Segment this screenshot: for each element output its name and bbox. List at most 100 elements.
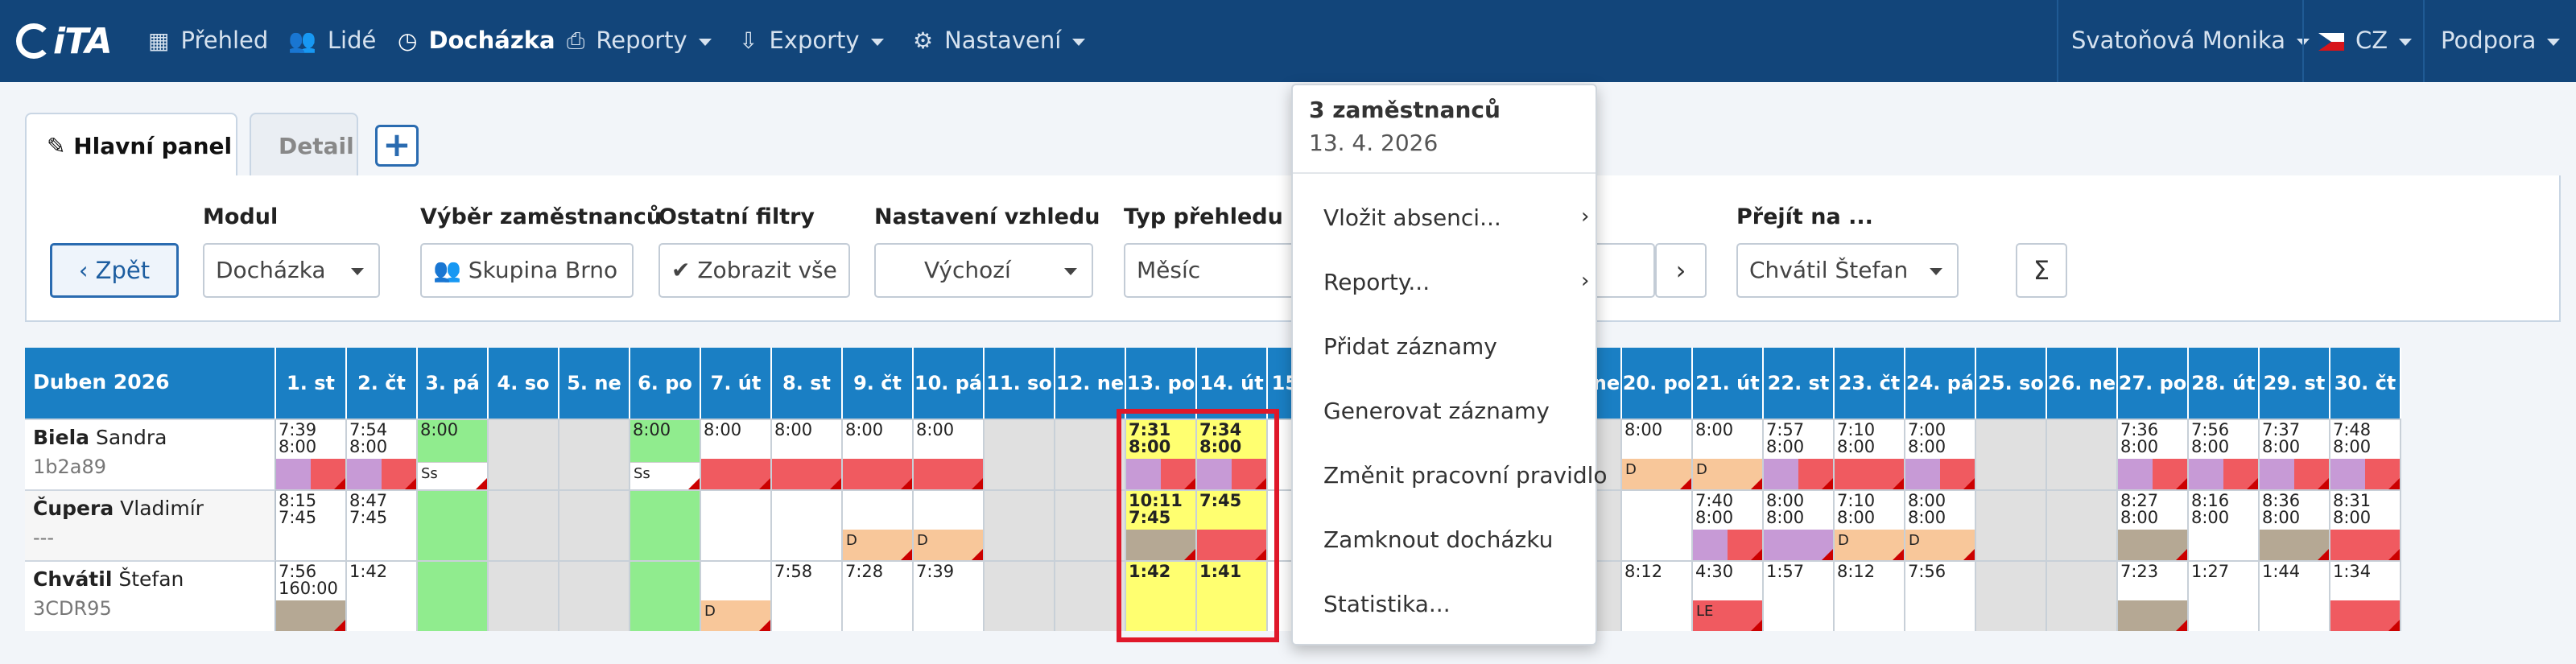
day-cell[interactable]: 8:36 8:00 [2260,489,2330,560]
day-header[interactable]: 14. út [1197,348,1268,419]
day-cell[interactable] [1976,560,2047,631]
menu-item-statistika[interactable]: Statistika... [1323,591,1451,617]
employee-row-header[interactable]: Chvátil Štefan 3CDR95 [25,560,276,631]
day-header[interactable]: 21. út [1693,348,1764,419]
day-cell[interactable] [630,489,701,560]
day-cell[interactable]: 10:11 7:45 [1126,489,1197,560]
menu-item-generovat-zaznamy[interactable]: Generovat záznamy [1323,398,1550,424]
day-header[interactable]: 1. st [276,348,347,419]
menu-item-reporty[interactable]: Reporty... › [1323,269,1589,295]
next-button[interactable]: › [1655,243,1707,298]
day-cell[interactable]: 1:44 [2260,560,2330,631]
day-cell[interactable]: D [843,489,914,560]
day-cell[interactable] [2047,489,2118,560]
day-cell[interactable]: 8:27 8:00 [2118,489,2189,560]
day-cell[interactable]: 8:15 7:45 [276,489,347,560]
day-header[interactable]: 8. st [772,348,843,419]
day-cell[interactable] [489,419,559,489]
day-header[interactable]: 11. so [985,348,1055,419]
day-header[interactable]: 5. ne [559,348,630,419]
day-cell[interactable]: 8:00 8:00 [1764,489,1835,560]
nav-exporty[interactable]: ⇩ Exporty [739,0,884,82]
day-cell[interactable]: 7:54 8:00 [347,419,418,489]
day-cell[interactable]: 1:27 [2189,560,2260,631]
day-cell[interactable]: 7:00 8:00 [1905,419,1976,489]
day-cell[interactable]: 8:00 [843,419,914,489]
day-cell[interactable] [418,560,489,631]
tab-hlavni-panel[interactable]: ✎ Hlavní panel [25,113,237,177]
day-cell[interactable]: 7:58 [772,560,843,631]
day-header[interactable]: 26. ne [2047,348,2118,419]
overview-type-select[interactable]: Měsíc [1124,243,1293,298]
day-cell[interactable]: 7:34 8:00 [1197,419,1268,489]
day-cell[interactable]: 7:39 [914,560,985,631]
day-cell[interactable]: 8:00 Ss [630,419,701,489]
day-cell[interactable]: 8:00 D [1693,419,1764,489]
day-cell[interactable]: 8:12 [1622,560,1693,631]
day-cell[interactable]: 8:47 7:45 [347,489,418,560]
day-header[interactable]: 4. so [489,348,559,419]
day-cell[interactable]: 1:42 [1126,560,1197,631]
day-header[interactable]: 30. čt [2330,348,2401,419]
look-select[interactable]: Výchozí [874,243,1093,298]
day-cell[interactable]: 7:45 [1197,489,1268,560]
day-cell[interactable] [489,489,559,560]
day-cell[interactable]: 1:57 [1764,560,1835,631]
day-cell[interactable]: 7:10 8:00 D [1835,489,1905,560]
day-header[interactable]: 9. čt [843,348,914,419]
employee-row-header[interactable]: Biela Sandra 1b2a89 [25,419,276,489]
day-cell[interactable] [772,489,843,560]
day-cell[interactable]: 1:42 [347,560,418,631]
day-cell[interactable] [489,560,559,631]
day-cell[interactable]: 7:57 8:00 [1764,419,1835,489]
day-cell[interactable]: 8:00 Ss [418,419,489,489]
day-header[interactable]: 10. pá [914,348,985,419]
day-cell[interactable]: 7:40 8:00 [1693,489,1764,560]
user-menu[interactable]: Svatoňová Monika [2071,0,2310,82]
day-cell[interactable] [1055,489,1126,560]
day-cell[interactable] [1622,489,1693,560]
day-header[interactable]: 25. so [1976,348,2047,419]
employee-row-header[interactable]: Čupera Vladimír --- [25,489,276,560]
day-cell[interactable]: 1:41 [1197,560,1268,631]
day-header[interactable]: 6. po [630,348,701,419]
day-cell[interactable]: 7:36 8:00 [2118,419,2189,489]
back-button[interactable]: ‹ Zpět [50,243,179,298]
day-cell[interactable]: 7:23 [2118,560,2189,631]
day-cell[interactable]: 7:56 8:00 [2189,419,2260,489]
ita-logo[interactable]: iTA [16,23,121,61]
day-cell[interactable] [1976,419,2047,489]
day-cell[interactable]: 7:10 8:00 [1835,419,1905,489]
day-header[interactable]: 13. po [1126,348,1197,419]
day-cell[interactable] [559,489,630,560]
day-cell[interactable]: 7:31 8:00 [1126,419,1197,489]
nav-nastaveni[interactable]: ⚙ Nastavení [913,0,1086,82]
day-header[interactable]: 2. čt [347,348,418,419]
day-cell[interactable]: D [701,560,772,631]
nav-dochazka[interactable]: ◷ Docházka [398,0,555,82]
menu-item-pridat-zaznamy[interactable]: Přidat záznamy [1323,333,1497,360]
support-menu[interactable]: Podpora [2441,0,2561,82]
day-cell[interactable] [1976,489,2047,560]
day-cell[interactable] [559,419,630,489]
nav-lide[interactable]: 👥 Lidé [288,0,376,82]
day-cell[interactable]: D [914,489,985,560]
menu-item-zamknout-dochazku[interactable]: Zamknout docházku [1323,526,1553,553]
day-cell[interactable]: 7:56 160:00 [276,560,347,631]
day-cell[interactable]: 7:37 8:00 [2260,419,2330,489]
day-cell[interactable] [559,560,630,631]
sum-button[interactable]: Σ [2016,243,2067,298]
menu-item-zmenit-pravidlo[interactable]: Změnit pracovní pravidlo [1323,462,1608,489]
other-filters-button[interactable]: ✔ Zobrazit vše [658,243,850,298]
day-cell[interactable] [701,489,772,560]
day-cell[interactable]: 8:00 8:00 D [1905,489,1976,560]
language-menu[interactable]: CZ [2318,0,2413,82]
day-cell[interactable] [418,489,489,560]
day-header[interactable]: 24. pá [1905,348,1976,419]
day-cell[interactable]: 8:00 [772,419,843,489]
day-header[interactable]: 29. st [2260,348,2330,419]
day-cell[interactable] [1055,419,1126,489]
day-cell[interactable]: 7:28 [843,560,914,631]
date-input[interactable] [1594,243,1655,298]
day-header[interactable]: 28. út [2189,348,2260,419]
